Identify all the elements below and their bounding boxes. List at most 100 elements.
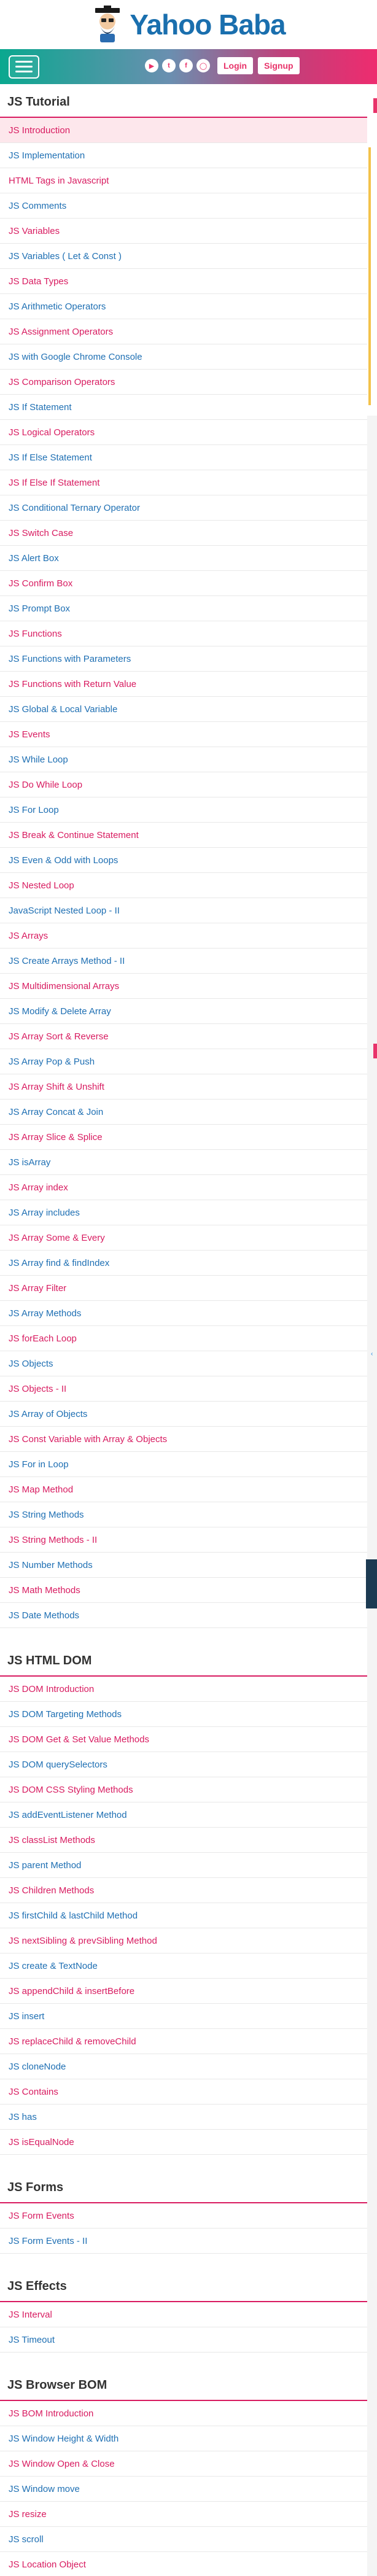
lesson-link[interactable]: JS insert (0, 2004, 367, 2029)
lesson-link[interactable]: JS Nested Loop (0, 873, 367, 898)
lesson-link[interactable]: JS Window Open & Close (0, 2451, 367, 2477)
menu-toggle-button[interactable] (9, 55, 39, 79)
site-logo[interactable]: Yahoo Baba (91, 6, 286, 44)
lesson-link[interactable]: JS Const Variable with Array & Objects (0, 1427, 367, 1452)
lesson-link[interactable]: JS Break & Continue Statement (0, 823, 367, 848)
lesson-link[interactable]: JS Array Slice & Splice (0, 1125, 367, 1150)
twitter-icon[interactable]: t (162, 59, 176, 72)
lesson-link[interactable]: JS Array Concat & Join (0, 1100, 367, 1125)
lesson-link[interactable]: JS For Loop (0, 797, 367, 823)
lesson-link[interactable]: JS Array Pop & Push (0, 1049, 367, 1074)
lesson-link[interactable]: JS Create Arrays Method - II (0, 949, 367, 974)
lesson-link[interactable]: JS Contains (0, 2079, 367, 2105)
lesson-list: JS Form Events JS Form Events - II (0, 2203, 367, 2254)
lesson-link[interactable]: JS Conditional Ternary Operator (0, 495, 367, 521)
lesson-link[interactable]: JS If Statement (0, 395, 367, 420)
lesson-link[interactable]: JS Array index (0, 1175, 367, 1200)
lesson-link[interactable]: JS Window move (0, 2477, 367, 2502)
lesson-link[interactable]: JS Events (0, 722, 367, 747)
lesson-link[interactable]: JS Variables (0, 219, 367, 244)
lesson-link[interactable]: JS Form Events - II (0, 2229, 367, 2254)
lesson-link[interactable]: JS with Google Chrome Console (0, 344, 367, 370)
login-button[interactable]: Login (217, 57, 254, 74)
lesson-link[interactable]: JS DOM CSS Styling Methods (0, 1777, 367, 1802)
lesson-link[interactable]: JS If Else Statement (0, 445, 367, 470)
lesson-link[interactable]: JS Functions with Parameters (0, 646, 367, 672)
lesson-link[interactable]: JS DOM Get & Set Value Methods (0, 1727, 367, 1752)
lesson-link[interactable]: JS forEach Loop (0, 1326, 367, 1351)
lesson-link[interactable]: JS BOM Introduction (0, 2401, 367, 2426)
lesson-link[interactable]: JS Form Events (0, 2203, 367, 2229)
lesson-link[interactable]: JS Array Methods (0, 1301, 367, 1326)
lesson-link[interactable]: JS Array Sort & Reverse (0, 1024, 367, 1049)
lesson-link[interactable]: JS Array of Objects (0, 1402, 367, 1427)
lesson-link[interactable]: JS Array Filter (0, 1276, 367, 1301)
lesson-link[interactable]: JS DOM Targeting Methods (0, 1702, 367, 1727)
youtube-icon[interactable]: ▶ (145, 59, 158, 72)
lesson-link[interactable]: JS classList Methods (0, 1828, 367, 1853)
lesson-link[interactable]: JS create & TextNode (0, 1953, 367, 1979)
lesson-link[interactable]: JS Comparison Operators (0, 370, 367, 395)
lesson-link[interactable]: JS For in Loop (0, 1452, 367, 1477)
lesson-link[interactable]: JS Interval (0, 2302, 367, 2327)
lesson-link[interactable]: JS String Methods - II (0, 1527, 367, 1553)
lesson-link[interactable]: JS Data Types (0, 269, 367, 294)
lesson-link[interactable]: JS Objects - II (0, 1376, 367, 1402)
lesson-link[interactable]: JS firstChild & lastChild Method (0, 1903, 367, 1928)
lesson-link[interactable]: JS Array includes (0, 1200, 367, 1225)
lesson-link[interactable]: JS Map Method (0, 1477, 367, 1502)
lesson-link[interactable]: JS Alert Box (0, 546, 367, 571)
lesson-link[interactable]: JS Array Shift & Unshift (0, 1074, 367, 1100)
lesson-link[interactable]: JS Switch Case (0, 521, 367, 546)
lesson-link[interactable]: JS Implementation (0, 143, 367, 168)
lesson-link[interactable]: JS Introduction (0, 118, 367, 143)
lesson-link[interactable]: JS If Else If Statement (0, 470, 367, 495)
lesson-link[interactable]: JS Logical Operators (0, 420, 367, 445)
lesson-link[interactable]: JS has (0, 2105, 367, 2130)
lesson-link[interactable]: JS Confirm Box (0, 571, 367, 596)
lesson-link[interactable]: HTML Tags in Javascript (0, 168, 367, 193)
lesson-link[interactable]: JS Functions (0, 621, 367, 646)
lesson-link[interactable]: JS Do While Loop (0, 772, 367, 797)
section-spacer (0, 1628, 367, 1643)
lesson-link[interactable]: JS DOM querySelectors (0, 1752, 367, 1777)
lesson-link[interactable]: JS isEqualNode (0, 2130, 367, 2155)
lesson-link[interactable]: JS DOM Introduction (0, 1677, 367, 1702)
lesson-link[interactable]: JS appendChild & insertBefore (0, 1979, 367, 2004)
lesson-link[interactable]: JS Date Methods (0, 1603, 367, 1628)
lesson-link[interactable]: JS Variables ( Let & Const ) (0, 244, 367, 269)
lesson-link[interactable]: JS Children Methods (0, 1878, 367, 1903)
lesson-link[interactable]: JS isArray (0, 1150, 367, 1175)
lesson-link[interactable]: JS Assignment Operators (0, 319, 367, 344)
lesson-link[interactable]: JS scroll (0, 2527, 367, 2552)
lesson-link[interactable]: JS Location Object (0, 2552, 367, 2576)
lesson-link[interactable]: JS Global & Local Variable (0, 697, 367, 722)
lesson-link[interactable]: JS addEventListener Method (0, 1802, 367, 1828)
lesson-link[interactable]: JS Prompt Box (0, 596, 367, 621)
lesson-link[interactable]: JS Array find & findIndex (0, 1251, 367, 1276)
instagram-icon[interactable]: ◯ (196, 59, 210, 72)
lesson-link[interactable]: JS Array Some & Every (0, 1225, 367, 1251)
lesson-link[interactable]: JS Window Height & Width (0, 2426, 367, 2451)
lesson-link[interactable]: JS Timeout (0, 2327, 367, 2353)
lesson-link[interactable]: JS resize (0, 2502, 367, 2527)
lesson-link[interactable]: JS String Methods (0, 1502, 367, 1527)
lesson-link[interactable]: JS Objects (0, 1351, 367, 1376)
lesson-link[interactable]: JS Math Methods (0, 1578, 367, 1603)
lesson-link[interactable]: JS Comments (0, 193, 367, 219)
lesson-link[interactable]: JS replaceChild & removeChild (0, 2029, 367, 2054)
signup-button[interactable]: Signup (258, 57, 300, 74)
facebook-icon[interactable]: f (179, 59, 193, 72)
lesson-link[interactable]: JS Multidimensional Arrays (0, 974, 367, 999)
lesson-link[interactable]: JS Even & Odd with Loops (0, 848, 367, 873)
lesson-link[interactable]: JS Number Methods (0, 1553, 367, 1578)
lesson-link[interactable]: JS Arrays (0, 923, 367, 949)
lesson-link[interactable]: JS Arithmetic Operators (0, 294, 367, 319)
lesson-link[interactable]: JS Functions with Return Value (0, 672, 367, 697)
lesson-link[interactable]: JS parent Method (0, 1853, 367, 1878)
lesson-link[interactable]: JS While Loop (0, 747, 367, 772)
lesson-link[interactable]: JS Modify & Delete Array (0, 999, 367, 1024)
lesson-link[interactable]: JavaScript Nested Loop - II (0, 898, 367, 923)
lesson-link[interactable]: JS cloneNode (0, 2054, 367, 2079)
lesson-link[interactable]: JS nextSibling & prevSibling Method (0, 1928, 367, 1953)
